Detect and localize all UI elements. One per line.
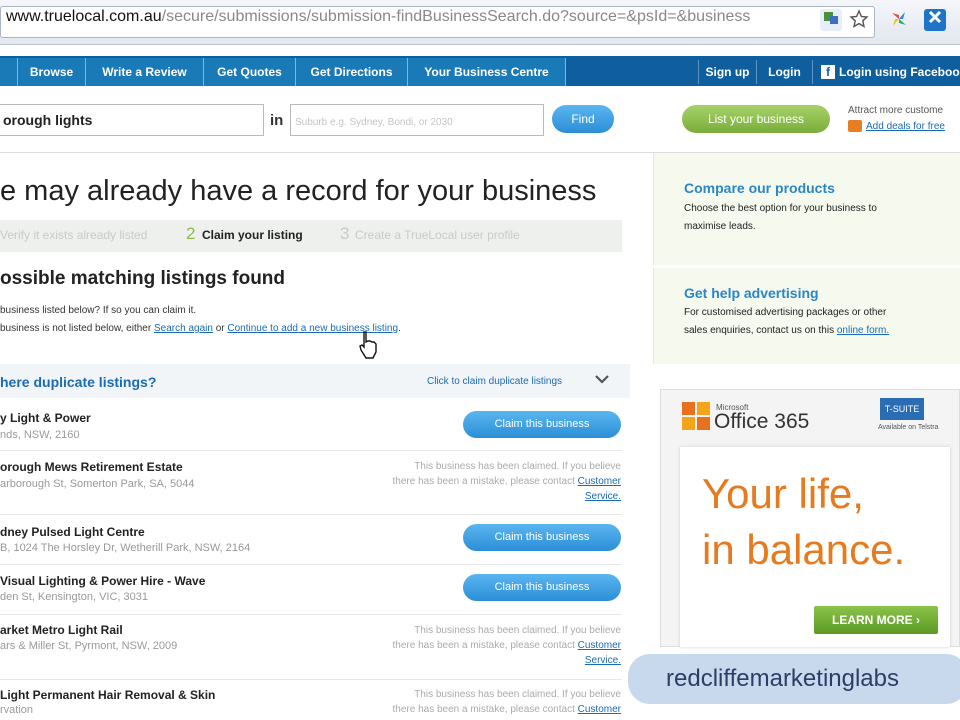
claim-business-button[interactable]: Claim this business — [463, 574, 621, 601]
step-1-label: Verify it exists already listed — [0, 228, 148, 242]
nav-tab-write-review[interactable]: Write a Review — [86, 58, 204, 86]
online-form-link[interactable]: online form. — [837, 325, 889, 336]
learn-more-button[interactable]: LEARN MORE › — [814, 606, 938, 634]
compare-text-1: Choose the best option for your business… — [684, 203, 877, 214]
where-placeholder: Suburb e.g. Sydney, Bondi, or 2030 — [295, 117, 453, 128]
claimed-notice: This business has been claimed. If you b… — [346, 687, 621, 717]
step-2-number: 2 — [186, 224, 196, 243]
deals-icon — [848, 120, 862, 132]
row-divider — [0, 614, 622, 615]
not-listed-prefix: business is not listed below, either — [0, 323, 154, 334]
claimed-text-1: This business has been claimed. If you b… — [414, 625, 621, 636]
claimed-notice: This business has been claimed. If you b… — [346, 623, 621, 668]
claimed-text-1: This business has been claimed. If you b… — [414, 461, 621, 472]
facebook-login-link[interactable]: f Login using Faceboo — [812, 60, 960, 84]
service-link[interactable]: Service. — [346, 489, 621, 504]
listing-address: arborough St, Somerton Park, SA, 5044 — [0, 478, 195, 490]
attract-customers-text: Attract more custome — [848, 105, 944, 116]
matching-listings-heading: ossible matching listings found — [0, 268, 286, 289]
nav-tab-browse[interactable]: Browse — [18, 58, 86, 86]
compare-products-title[interactable]: Compare our products — [684, 180, 835, 196]
claim-business-button[interactable]: Claim this business — [463, 411, 621, 438]
claimed-text-2: there has been a mistake, please contact — [392, 704, 575, 715]
url-host: www.truelocal.com.au — [6, 8, 162, 25]
where-search-input[interactable]: Suburb e.g. Sydney, Bondi, or 2030 — [290, 104, 544, 136]
facebook-icon: f — [821, 65, 835, 79]
url-path: /secure/submissions/submission-findBusin… — [161, 8, 751, 25]
find-button[interactable]: Find — [552, 105, 614, 133]
compare-text-2: maximise leads. — [684, 221, 756, 232]
office-logo-icon — [680, 400, 712, 437]
help-text-2: sales enquiries, contact us on this onli… — [684, 322, 889, 340]
listing-address: B, 1024 The Horsley Dr, Wetherill Park, … — [0, 542, 251, 554]
service-link[interactable]: Service. — [346, 653, 621, 668]
tsuite-subtitle: Available on Telstra — [878, 424, 939, 431]
chevron-down-icon[interactable] — [592, 370, 612, 390]
step-2-label: Claim your listing — [202, 228, 303, 242]
page-title: e may already have a record for your bus… — [0, 175, 597, 207]
facebook-login-label: Login using Faceboo — [839, 65, 960, 79]
nav-tab-business-centre[interactable]: Your Business Centre — [408, 58, 566, 86]
claimed-text-2: there has been a mistake, please contact — [392, 476, 575, 487]
listing-name[interactable]: orough Mews Retirement Estate — [0, 460, 183, 474]
claim-business-button[interactable]: Claim this business — [463, 524, 621, 551]
customer-service-link[interactable]: Customer — [578, 640, 621, 651]
duplicate-listings-title[interactable]: here duplicate listings? — [0, 374, 156, 390]
help-text-2-prefix: sales enquiries, contact us on this — [684, 325, 837, 336]
claimed-text-2: there has been a mistake, please contact — [392, 640, 575, 651]
ad-headline-1: Your life, — [702, 470, 864, 517]
nav-tab-home[interactable] — [0, 58, 18, 86]
or-text: or — [212, 323, 228, 334]
claimed-text-1: This business has been claimed. If you b… — [414, 689, 621, 700]
not-listed-text: business is not listed below, either Sea… — [0, 323, 401, 334]
claimed-notice: This business has been claimed. If you b… — [346, 459, 621, 504]
login-link[interactable]: Login — [756, 60, 812, 84]
listing-name[interactable]: dney Pulsed Light Centre — [0, 525, 145, 539]
listing-name[interactable]: arket Metro Light Rail — [0, 623, 123, 637]
customer-service-link[interactable]: Customer — [578, 476, 621, 487]
nav-tab-get-directions[interactable]: Get Directions — [296, 58, 408, 86]
chevron-right-icon: › — [916, 613, 920, 627]
list-your-business-button[interactable]: List your business — [682, 105, 830, 133]
ad-headline-2: in balance. — [702, 526, 906, 573]
tsuite-logo: T-SUITE — [880, 398, 924, 420]
customer-service-link[interactable]: Customer — [578, 704, 621, 715]
listing-address: den St, Kensington, VIC, 3031 — [0, 591, 148, 603]
row-divider — [0, 679, 622, 680]
claim-duplicates-link[interactable]: Click to claim duplicate listings — [427, 376, 562, 387]
search-again-link[interactable]: Search again — [154, 323, 213, 334]
what-search-input[interactable]: orough lights — [0, 104, 264, 136]
listing-name[interactable]: y Light & Power — [0, 411, 91, 425]
row-divider — [0, 450, 622, 451]
claim-question-text: business listed below? If so you can cla… — [0, 305, 197, 316]
row-divider — [0, 514, 622, 515]
listing-address: rvation — [0, 704, 34, 716]
extension-pinwheel-icon[interactable] — [888, 9, 910, 31]
learn-more-label: LEARN MORE — [831, 613, 913, 627]
add-deals-link[interactable]: Add deals for free — [866, 121, 945, 132]
listing-name[interactable]: Visual Lighting & Power Hire - Wave — [0, 574, 205, 588]
in-label: in — [270, 112, 284, 129]
nav-tab-get-quotes[interactable]: Get Quotes — [204, 58, 296, 86]
help-text-1: For customised advertising packages or o… — [684, 307, 887, 318]
bookmark-star-icon[interactable] — [848, 9, 870, 31]
url-text[interactable]: www.truelocal.com.au/secure/submissions/… — [6, 8, 750, 26]
step-3-number: 3 — [340, 224, 350, 243]
extension-x-icon[interactable] — [924, 9, 946, 31]
help-advertising-title[interactable]: Get help advertising — [684, 285, 819, 301]
listing-name[interactable]: Light Permanent Hair Removal & Skin — [0, 688, 215, 702]
office365-label: Office 365 — [714, 410, 810, 433]
step-3-label: Create a TrueLocal user profile — [355, 228, 520, 242]
watermark-overlay: redcliffemarketinglabs — [628, 654, 960, 704]
listing-address: nds, NSW, 2160 — [0, 429, 80, 441]
mouse-cursor-icon — [356, 328, 384, 367]
translate-icon[interactable] — [820, 9, 842, 31]
listing-address: ars & Miller St, Pyrmont, NSW, 2009 — [0, 640, 178, 652]
sign-up-link[interactable]: Sign up — [698, 60, 756, 84]
row-divider — [0, 564, 622, 565]
